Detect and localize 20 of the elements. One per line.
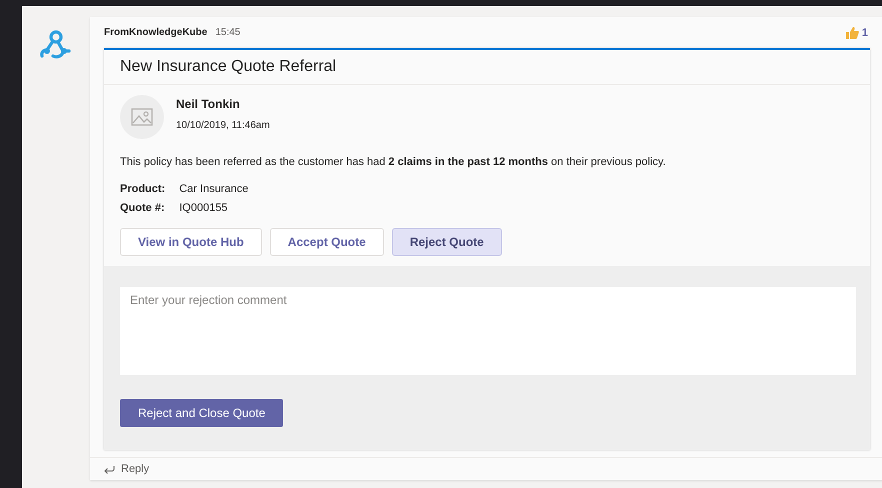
reject-button[interactable]: Reject Quote [392,228,502,256]
fact-value: IQ000155 [179,202,229,214]
thumbs-up-icon[interactable] [844,26,859,39]
accept-button[interactable]: Accept Quote [270,228,384,256]
sender-name: FromKnowledgeKube [104,27,208,38]
like-count: 1 [862,26,868,38]
card-title: New Insurance Quote Referral [104,50,870,85]
reply-icon [103,464,115,474]
card-text: This policy has been referred as the customer has had 2 claims in the past 12 months on their previous policy. [120,156,667,168]
fact-label: Quote #: [120,202,166,214]
author-name: Neil Tonkin [176,97,241,111]
fact-label: Product: [120,183,166,195]
view-button[interactable]: View in Quote Hub [120,228,262,256]
message-time: 15:45 [215,27,240,38]
comment-field[interactable]: Enter your rejection comment [120,287,856,375]
reject-close-button[interactable]: Reject and Close Quote [120,399,284,427]
fact-value: Car Insurance [179,183,250,195]
author-date: 10/10/2019, 11:46am [176,120,270,131]
image-placeholder-icon [131,108,153,126]
reply-link[interactable]: Reply [121,463,150,475]
